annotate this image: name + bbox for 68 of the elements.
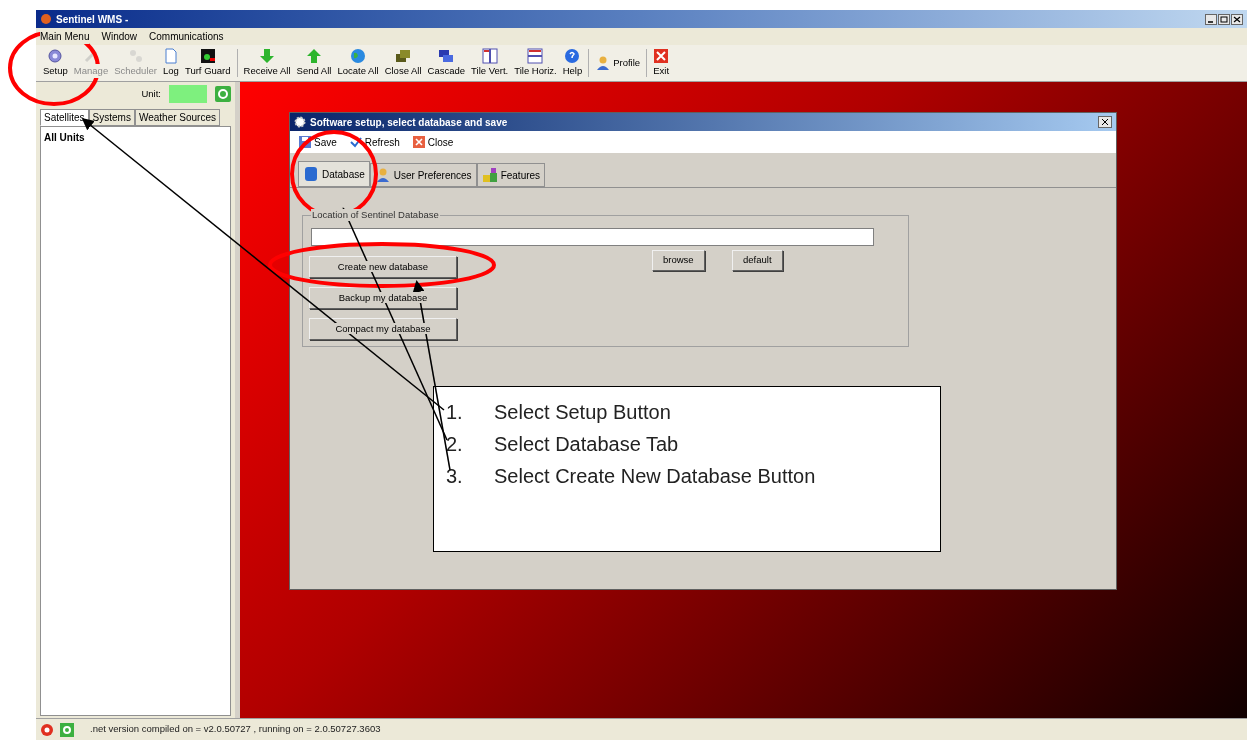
toolbar-button[interactable]: Help bbox=[559, 47, 586, 79]
gear-icon bbox=[47, 47, 64, 64]
status-text: .net version compiled on = v2.0.50727 , running on = 2.0.50727.3603 bbox=[90, 722, 381, 737]
radar-screen-icon bbox=[199, 47, 216, 64]
button[interactable]: Backup my database bbox=[309, 287, 457, 309]
refresh-icon bbox=[348, 135, 363, 149]
person-icon bbox=[595, 55, 612, 71]
exit-icon bbox=[653, 47, 670, 64]
toolbar-button[interactable]: Tile Vert. bbox=[468, 47, 512, 79]
button[interactable]: Create new database bbox=[309, 256, 457, 278]
down-arrow-icon bbox=[259, 47, 276, 64]
help-icon bbox=[564, 47, 581, 64]
step-number: 2. bbox=[446, 432, 464, 457]
refresh-icon bbox=[60, 722, 74, 737]
globe-icon bbox=[350, 47, 366, 64]
toolbar-button[interactable]: Refresh bbox=[348, 134, 400, 150]
gear-icon bbox=[294, 116, 306, 128]
tab[interactable]: Features bbox=[476, 163, 546, 187]
horizontal-tiles-icon bbox=[527, 47, 544, 64]
window-title: Sentinel WMS - bbox=[56, 12, 129, 27]
step-text: Select Database Tab bbox=[494, 432, 679, 457]
toolbar-button[interactable]: Log bbox=[159, 47, 182, 79]
step-text: Select Setup Button bbox=[494, 400, 671, 425]
toolbar-button[interactable]: Save bbox=[298, 134, 337, 150]
close-icon bbox=[411, 135, 426, 149]
sidebar-tab[interactable]: Weather Sources bbox=[134, 109, 220, 126]
close-icon[interactable] bbox=[1231, 13, 1243, 25]
toolbar-button[interactable]: Setup bbox=[40, 47, 71, 79]
document-icon bbox=[162, 47, 179, 64]
step-number: 1. bbox=[446, 400, 464, 425]
close-icon[interactable] bbox=[1098, 116, 1112, 128]
toolbar-button[interactable]: Send All bbox=[293, 47, 335, 79]
database-icon bbox=[303, 166, 319, 182]
button[interactable]: browse bbox=[652, 250, 705, 271]
path-field[interactable] bbox=[311, 228, 874, 246]
dialog-title: Software setup, select database and save bbox=[310, 115, 508, 130]
sidebar-tab[interactable]: Systems bbox=[88, 109, 135, 126]
menu-item[interactable]: Main Menu bbox=[40, 29, 90, 44]
button[interactable]: default bbox=[732, 250, 783, 271]
app-icon bbox=[40, 13, 52, 25]
vertical-tiles-icon bbox=[481, 47, 498, 64]
minimize-icon[interactable] bbox=[1205, 13, 1217, 25]
blocks-icon bbox=[481, 167, 498, 183]
person-icon bbox=[374, 167, 391, 183]
toolbar-button[interactable]: Close All bbox=[381, 47, 425, 79]
stop-icon bbox=[40, 722, 54, 737]
toolbar-button[interactable]: Turf Guard bbox=[181, 47, 234, 79]
tab[interactable]: Database bbox=[298, 161, 370, 187]
unit-field[interactable] bbox=[169, 85, 207, 103]
toolbar-button[interactable]: Tile Horiz. bbox=[511, 47, 560, 79]
button[interactable]: Compact my database bbox=[309, 318, 457, 340]
toolbar-button[interactable]: Exit bbox=[650, 47, 673, 79]
restore-icon[interactable] bbox=[1218, 13, 1230, 25]
unit-label: Unit: bbox=[141, 86, 161, 101]
tree-item[interactable]: All Units bbox=[44, 130, 227, 145]
windows-stack-icon bbox=[438, 47, 455, 64]
up-arrow-icon bbox=[306, 47, 322, 64]
toolbar-button[interactable]: Receive All bbox=[240, 47, 294, 79]
toolbar-button[interactable]: Close bbox=[411, 134, 454, 150]
group-label: Location of Sentinel Database bbox=[311, 209, 440, 221]
toolbar-button[interactable]: Locate All bbox=[334, 47, 382, 79]
sidebar-tab[interactable]: Satellites bbox=[40, 109, 89, 126]
folders-icon bbox=[395, 47, 412, 64]
tab[interactable]: User Preferences bbox=[369, 163, 477, 187]
step-number: 3. bbox=[446, 464, 464, 489]
toolbar-button[interactable]: Cascade bbox=[424, 47, 469, 79]
step-text: Select Create New Database Button bbox=[494, 464, 816, 489]
refresh-icon[interactable] bbox=[215, 86, 231, 102]
